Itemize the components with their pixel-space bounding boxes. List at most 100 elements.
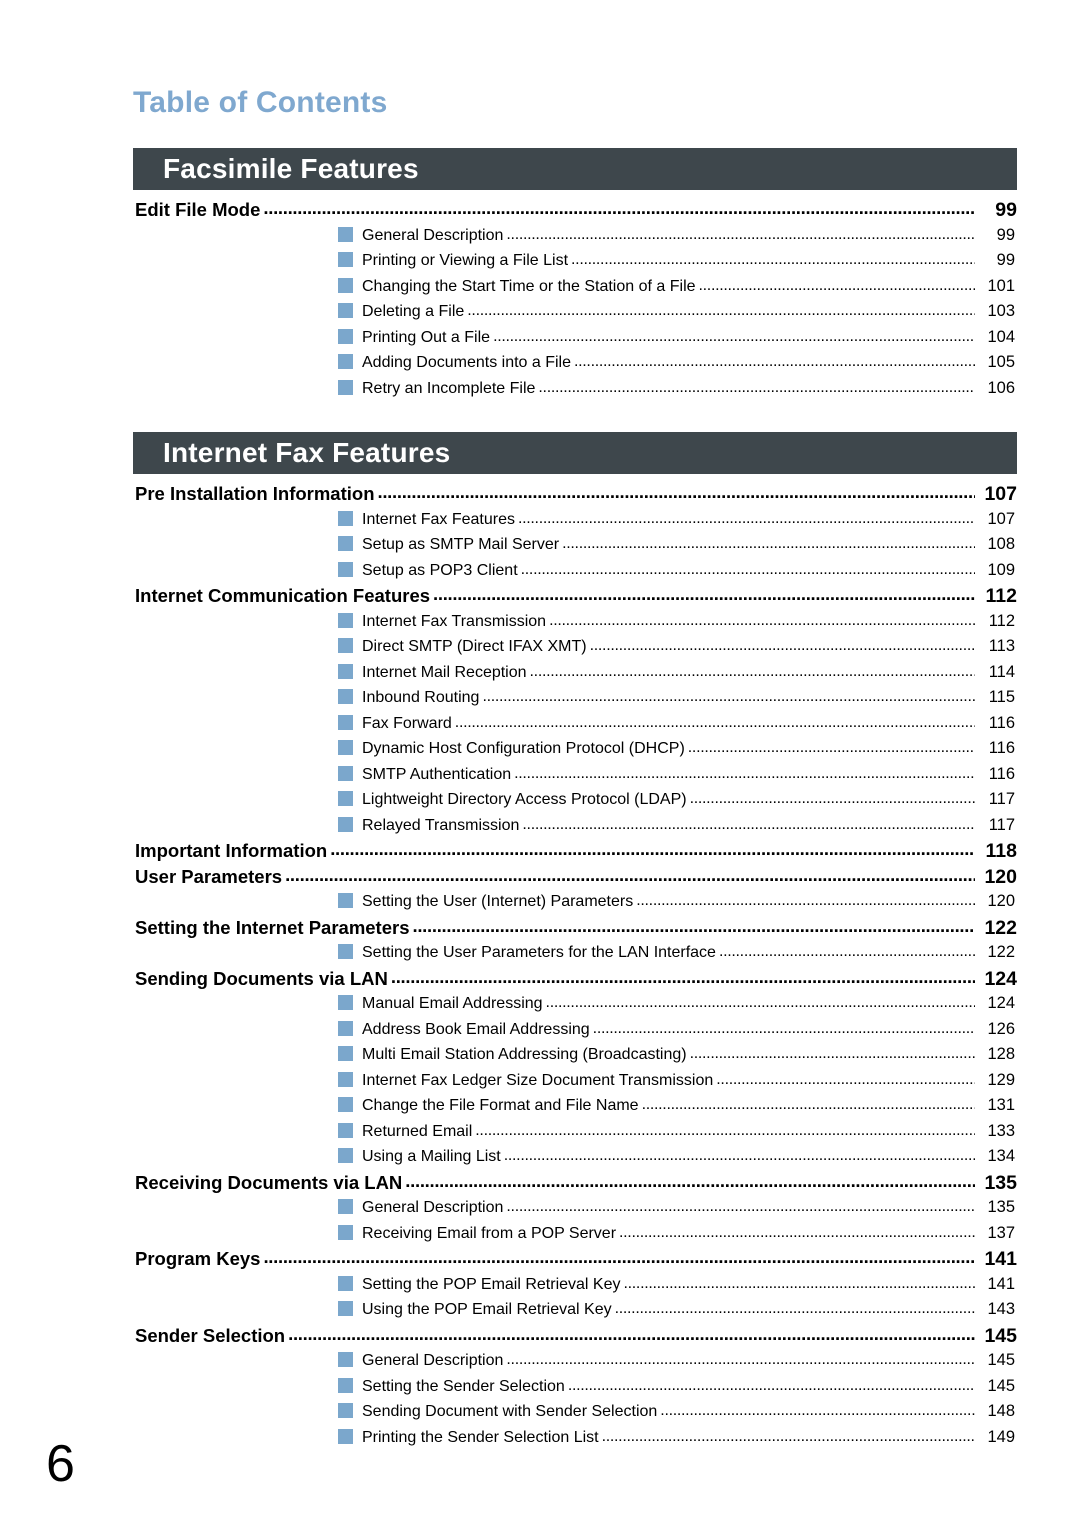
toc-entry-row[interactable]: Direct SMTP (Direct IFAX XMT)...........…: [133, 636, 1017, 662]
toc-entry-page-number: 118: [985, 840, 1017, 862]
toc-entry-page-number: 116: [988, 739, 1015, 757]
square-bullet-icon: [338, 1199, 353, 1214]
toc-entry-page-number: 126: [987, 1019, 1015, 1038]
toc-entry-row[interactable]: Address Book Email Addressing...........…: [133, 1019, 1017, 1045]
dot-leader: ........................................…: [454, 713, 975, 731]
toc-entry-row[interactable]: Setup as SMTP Mail Server...............…: [133, 534, 1017, 560]
toc-entry-label: Manual Email Addressing: [362, 995, 543, 1012]
square-bullet-icon: [338, 1403, 353, 1418]
section-banner-label: Internet Fax Features: [163, 437, 451, 468]
toc-entry-row[interactable]: Using the POP Email Retrieval Key.......…: [133, 1299, 1017, 1325]
toc-entry-page-number: 129: [987, 1070, 1015, 1089]
dot-leader: ........................................…: [288, 1322, 975, 1344]
toc-chapter-row[interactable]: Program Keys............................…: [133, 1246, 1017, 1274]
toc-entry-row[interactable]: General Description.....................…: [133, 225, 1017, 251]
toc-entry-row[interactable]: Retry an Incomplete File................…: [133, 378, 1017, 404]
toc-chapter-row[interactable]: Internet Communication Features.........…: [133, 583, 1017, 611]
toc-entry-page-number: 116: [988, 764, 1015, 783]
square-bullet-icon: [338, 995, 353, 1010]
square-bullet-icon: [338, 1275, 353, 1291]
toc-entry-row[interactable]: Printing the Sender Selection List......…: [133, 1427, 1017, 1453]
toc-entry-row[interactable]: Setting the User (Internet) Parameters..…: [133, 891, 1017, 917]
dot-leader: ........................................…: [623, 1274, 976, 1292]
toc-entry-label: Receiving Email from a POP Server: [362, 1224, 617, 1242]
square-bullet-icon: [338, 740, 353, 755]
toc-entry-row[interactable]: Sending Document with Sender Selection..…: [133, 1401, 1017, 1427]
square-bullet-icon: [338, 277, 353, 293]
toc-entry-row[interactable]: Internet Fax Transmission...............…: [133, 611, 1017, 637]
dot-leader: ........................................…: [689, 790, 975, 807]
dot-leader: ........................................…: [263, 1246, 975, 1267]
toc-entry-row[interactable]: Setting the Sender Selection............…: [133, 1376, 1017, 1402]
dot-leader: ........................................…: [636, 892, 975, 909]
toc-entry-row[interactable]: Internet Mail Reception.................…: [133, 662, 1017, 688]
toc-entry-label: User Parameters: [135, 865, 283, 887]
toc-entry-row[interactable]: Internet Fax Ledger Size Document Transm…: [133, 1070, 1017, 1096]
toc-entry-row[interactable]: SMTP Authentication.....................…: [133, 764, 1017, 790]
toc-entry-row[interactable]: Returned Email..........................…: [133, 1121, 1017, 1147]
toc-entry-row[interactable]: Multi Email Station Addressing (Broadcas…: [133, 1044, 1017, 1070]
toc-entry-page-number: 106: [987, 378, 1015, 397]
toc-entry-page-number: 122: [984, 916, 1017, 939]
dot-leader: ........................................…: [433, 583, 975, 604]
toc-entry-label: Setting the POP Email Retrieval Key: [362, 1275, 621, 1293]
toc-entry-row[interactable]: Setting the POP Email Retrieval Key.....…: [133, 1274, 1017, 1300]
toc-chapter-row[interactable]: User Parameters.........................…: [133, 863, 1017, 892]
dot-leader: ........................................…: [574, 353, 975, 370]
toc-entry-label: Direct SMTP (Direct IFAX XMT): [362, 638, 587, 655]
toc-entry-row[interactable]: Setup as POP3 Client....................…: [133, 560, 1017, 586]
dot-leader: ........................................…: [482, 688, 975, 705]
dot-leader: ........................................…: [660, 1402, 975, 1419]
toc-entry-page-number: 112: [988, 611, 1015, 630]
toc-entry-label: Setup as SMTP Mail Server: [362, 536, 560, 553]
toc-chapter-row[interactable]: Sender Selection........................…: [133, 1322, 1017, 1351]
toc-entry-row[interactable]: Relayed Transmission....................…: [133, 815, 1017, 841]
toc-entry-label: Relayed Transmission: [362, 816, 520, 834]
toc-chapter-row[interactable]: Sending Documents via LAN...............…: [133, 966, 1017, 994]
toc-entry-row[interactable]: Printing Out a File.....................…: [133, 327, 1017, 353]
toc-entry-row[interactable]: Manual Email Addressing.................…: [133, 993, 1017, 1019]
toc-chapter-row[interactable]: Pre Installation Information............…: [133, 481, 1017, 509]
toc-entry-row[interactable]: General Description.....................…: [133, 1197, 1017, 1223]
toc-chapter-row[interactable]: Important Information...................…: [133, 838, 1017, 866]
toc-entry-row[interactable]: Change the File Format and File Name....…: [133, 1095, 1017, 1121]
dot-leader: ........................................…: [545, 994, 975, 1011]
dot-leader: ........................................…: [687, 739, 975, 756]
toc-chapter-row[interactable]: Receiving Documents via LAN.............…: [133, 1170, 1017, 1198]
toc-entry-row[interactable]: Changing the Start Time or the Station o…: [133, 276, 1017, 302]
toc-entry-row[interactable]: Inbound Routing.........................…: [133, 687, 1017, 713]
toc-entry-row[interactable]: Internet Fax Features...................…: [133, 509, 1017, 535]
toc-entry-row[interactable]: Fax Forward.............................…: [133, 713, 1017, 739]
dot-leader: ........................................…: [412, 914, 976, 936]
square-bullet-icon: [338, 226, 353, 242]
square-bullet-icon: [338, 816, 353, 832]
toc-chapter-row[interactable]: Setting the Internet Parameters.........…: [133, 914, 1017, 943]
toc-entry-page-number: 109: [987, 560, 1015, 579]
dot-leader: ........................................…: [689, 1045, 975, 1062]
toc-entry-label: SMTP Authentication: [362, 765, 512, 783]
toc-entry-row[interactable]: Lightweight Directory Access Protocol (L…: [133, 789, 1017, 815]
toc-entry-row[interactable]: Adding Documents into a File............…: [133, 352, 1017, 378]
toc-entry-row[interactable]: Dynamic Host Configuration Protocol (DHC…: [133, 738, 1017, 764]
dot-leader: ........................................…: [698, 276, 975, 294]
toc-entry-row[interactable]: Setting the User Parameters for the LAN …: [133, 942, 1017, 968]
dot-leader: ........................................…: [589, 637, 975, 654]
dot-leader: ........................................…: [285, 863, 975, 885]
toc-entry-page-number: 114: [988, 662, 1015, 681]
toc-chapter-row[interactable]: Edit File Mode..........................…: [133, 197, 1017, 225]
toc-entry-row[interactable]: Receiving Email from a POP Server.......…: [133, 1223, 1017, 1249]
toc-entry-row[interactable]: Deleting a File.........................…: [133, 301, 1017, 327]
toc-entry-label: Returned Email: [362, 1122, 473, 1140]
toc-entry-label: Adding Documents into a File: [362, 354, 571, 371]
toc-entry-row[interactable]: Using a Mailing List....................…: [133, 1146, 1017, 1172]
dot-leader: ........................................…: [503, 1147, 975, 1164]
toc-entry-page-number: 135: [987, 1198, 1015, 1216]
toc-entry-label: Sender Selection: [135, 1324, 286, 1346]
toc-entry-row[interactable]: Printing or Viewing a File List.........…: [133, 250, 1017, 276]
toc-entry-label: Program Keys: [135, 1248, 261, 1269]
toc-entry-label: Receiving Documents via LAN: [135, 1171, 403, 1193]
toc-entry-label: Setup as POP3 Client: [362, 561, 518, 579]
toc-entry-page-number: 117: [988, 815, 1015, 834]
toc-entry-row[interactable]: General Description.....................…: [133, 1350, 1017, 1376]
dot-leader: ........................................…: [263, 197, 975, 218]
